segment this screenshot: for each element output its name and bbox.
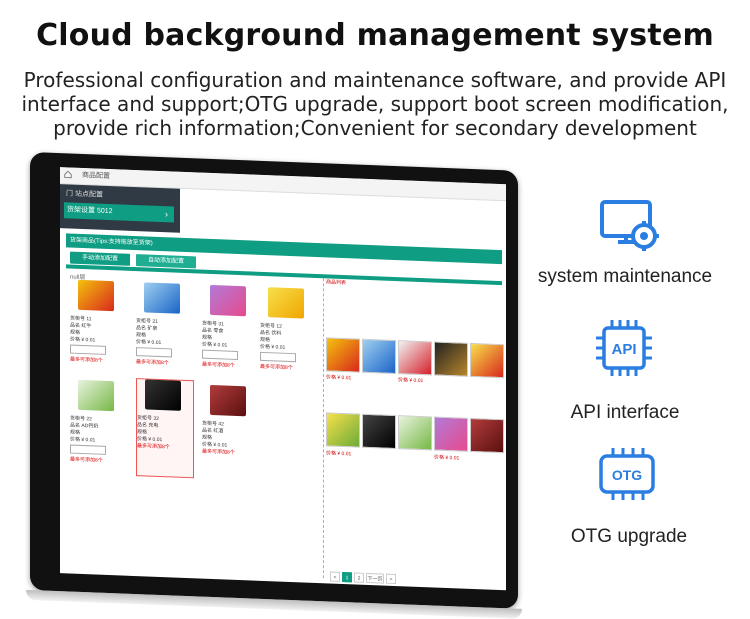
manual-add-button[interactable]: 手动添加配置 <box>70 251 130 266</box>
quantity-stepper[interactable] <box>70 444 106 455</box>
card-note: 最多可添加8个 <box>137 443 170 451</box>
subtitle-line: Professional configuration and maintenan… <box>23 68 727 92</box>
product-tile[interactable] <box>398 340 432 376</box>
product-tile[interactable] <box>398 415 432 451</box>
product-tile[interactable] <box>470 342 504 379</box>
column-divider <box>323 278 325 579</box>
page-2[interactable]: 2 <box>354 572 364 583</box>
product-tile[interactable] <box>362 338 396 375</box>
auto-add-button[interactable]: 自动添加配置 <box>136 254 196 269</box>
tile-price: 价格 ¥ 0.01 <box>326 450 352 458</box>
page-last[interactable]: > <box>386 573 396 585</box>
chevron-right-icon: › <box>165 209 168 220</box>
product-tile[interactable] <box>434 341 468 377</box>
quantity-stepper[interactable] <box>260 351 296 363</box>
product-tile[interactable] <box>326 412 360 448</box>
section-header: 货架商品(Tips:支持拖放至货架) <box>66 233 502 265</box>
shelf-card[interactable]: 货柜号 22 品名 AD钙奶 规格 价格 ¥ 0.01 最多可添加8个 <box>70 379 126 478</box>
product-image <box>78 279 114 312</box>
product-image <box>210 384 246 417</box>
product-tile[interactable] <box>326 337 360 373</box>
sidebar: 门 站点配置 货架设置 5012 › <box>60 184 180 233</box>
quantity-stepper[interactable] <box>70 344 106 355</box>
card-note: 最多可添加8个 <box>70 356 103 364</box>
product-image <box>210 284 246 317</box>
card-note: 最多可添加8个 <box>70 456 103 464</box>
shelf-card[interactable]: 货柜号 42 品名 红酒 规格 价格 ¥ 0.01 最多可添加8个 <box>202 384 258 483</box>
api-chip-icon: API <box>596 320 652 376</box>
card-note: 最多可添加8个 <box>136 359 169 367</box>
tile-price: 价格 ¥ 0.01 <box>326 374 352 382</box>
otg-chip-icon: OTG <box>599 448 655 500</box>
product-image <box>144 282 180 314</box>
monitor-gear-icon <box>600 200 659 251</box>
tile-price: 价格 ¥ 0.01 <box>398 377 424 385</box>
page-1[interactable]: 1 <box>342 571 352 583</box>
subtitle-line: provide rich information;Convenient for … <box>53 116 697 140</box>
feature-label-api: API interface <box>570 402 680 423</box>
svg-text:API: API <box>611 341 636 358</box>
pagination: < 1 2 下一页 > <box>330 571 500 589</box>
product-tile[interactable] <box>470 417 504 454</box>
app-screen: 商品配置 门 站点配置 货架设置 5012 › 货架商品(Tips:支持拖放至货… <box>60 167 506 591</box>
quantity-stepper[interactable] <box>136 347 172 358</box>
tab-goods-config[interactable]: 商品配置 <box>82 170 110 181</box>
feature-label-otg: OTG upgrade <box>570 526 688 547</box>
subtitle-line: interface and support;OTG upgrade, suppo… <box>21 92 729 116</box>
page-prev[interactable]: < <box>330 571 340 582</box>
page-next[interactable]: 下一页 <box>366 572 384 584</box>
shelf-card-selected[interactable]: 货柜号 32 品名 充电 规格 价格 ¥ 0.01 最多可添加8个 <box>136 378 194 479</box>
product-image <box>268 287 304 319</box>
section-divider <box>66 264 502 286</box>
page-title: Cloud background management system <box>36 18 714 53</box>
card-note: 最多可添加8个 <box>260 363 293 372</box>
page-subtitle: Professional configuration and maintenan… <box>20 68 730 140</box>
sidebar-item-shelf[interactable]: 货架设置 5012 › <box>64 202 174 223</box>
monitor-frame: 商品配置 门 站点配置 货架设置 5012 › 货架商品(Tips:支持拖放至货… <box>30 152 518 609</box>
product-tile[interactable] <box>434 416 468 452</box>
product-list-label: 商品列表 <box>326 279 347 287</box>
shelf-card[interactable]: 货柜号 11 品名 红牛 规格 价格 ¥ 0.01 最多可添加8个 <box>70 279 126 378</box>
shelf-card[interactable]: 货柜号 12 品名 饮料 规格 价格 ¥ 0.01 最多可添加8个 <box>260 287 316 385</box>
product-image <box>145 379 181 411</box>
card-note: 最多可添加8个 <box>202 448 235 456</box>
sidebar-heading: 门 站点配置 <box>66 190 103 199</box>
feature-label-maintenance: system maintenance <box>537 266 713 287</box>
product-tile[interactable] <box>362 413 396 450</box>
shelf-card[interactable]: 货柜号 21 品名 矿泉 规格 价格 ¥ 0.01 最多可添加8个 <box>136 282 192 380</box>
sidebar-item-label: 货架设置 5012 <box>67 206 113 216</box>
card-note: 最多可添加8个 <box>202 361 235 369</box>
product-image <box>78 379 114 412</box>
quantity-stepper[interactable] <box>202 349 238 360</box>
shelf-card[interactable]: 货柜号 31 品名 零食 规格 价格 ¥ 0.01 最多可添加8个 <box>202 284 258 383</box>
svg-text:OTG: OTG <box>612 467 642 483</box>
tile-price: 价格 ¥ 0.01 <box>434 454 460 462</box>
home-icon[interactable] <box>64 170 72 179</box>
